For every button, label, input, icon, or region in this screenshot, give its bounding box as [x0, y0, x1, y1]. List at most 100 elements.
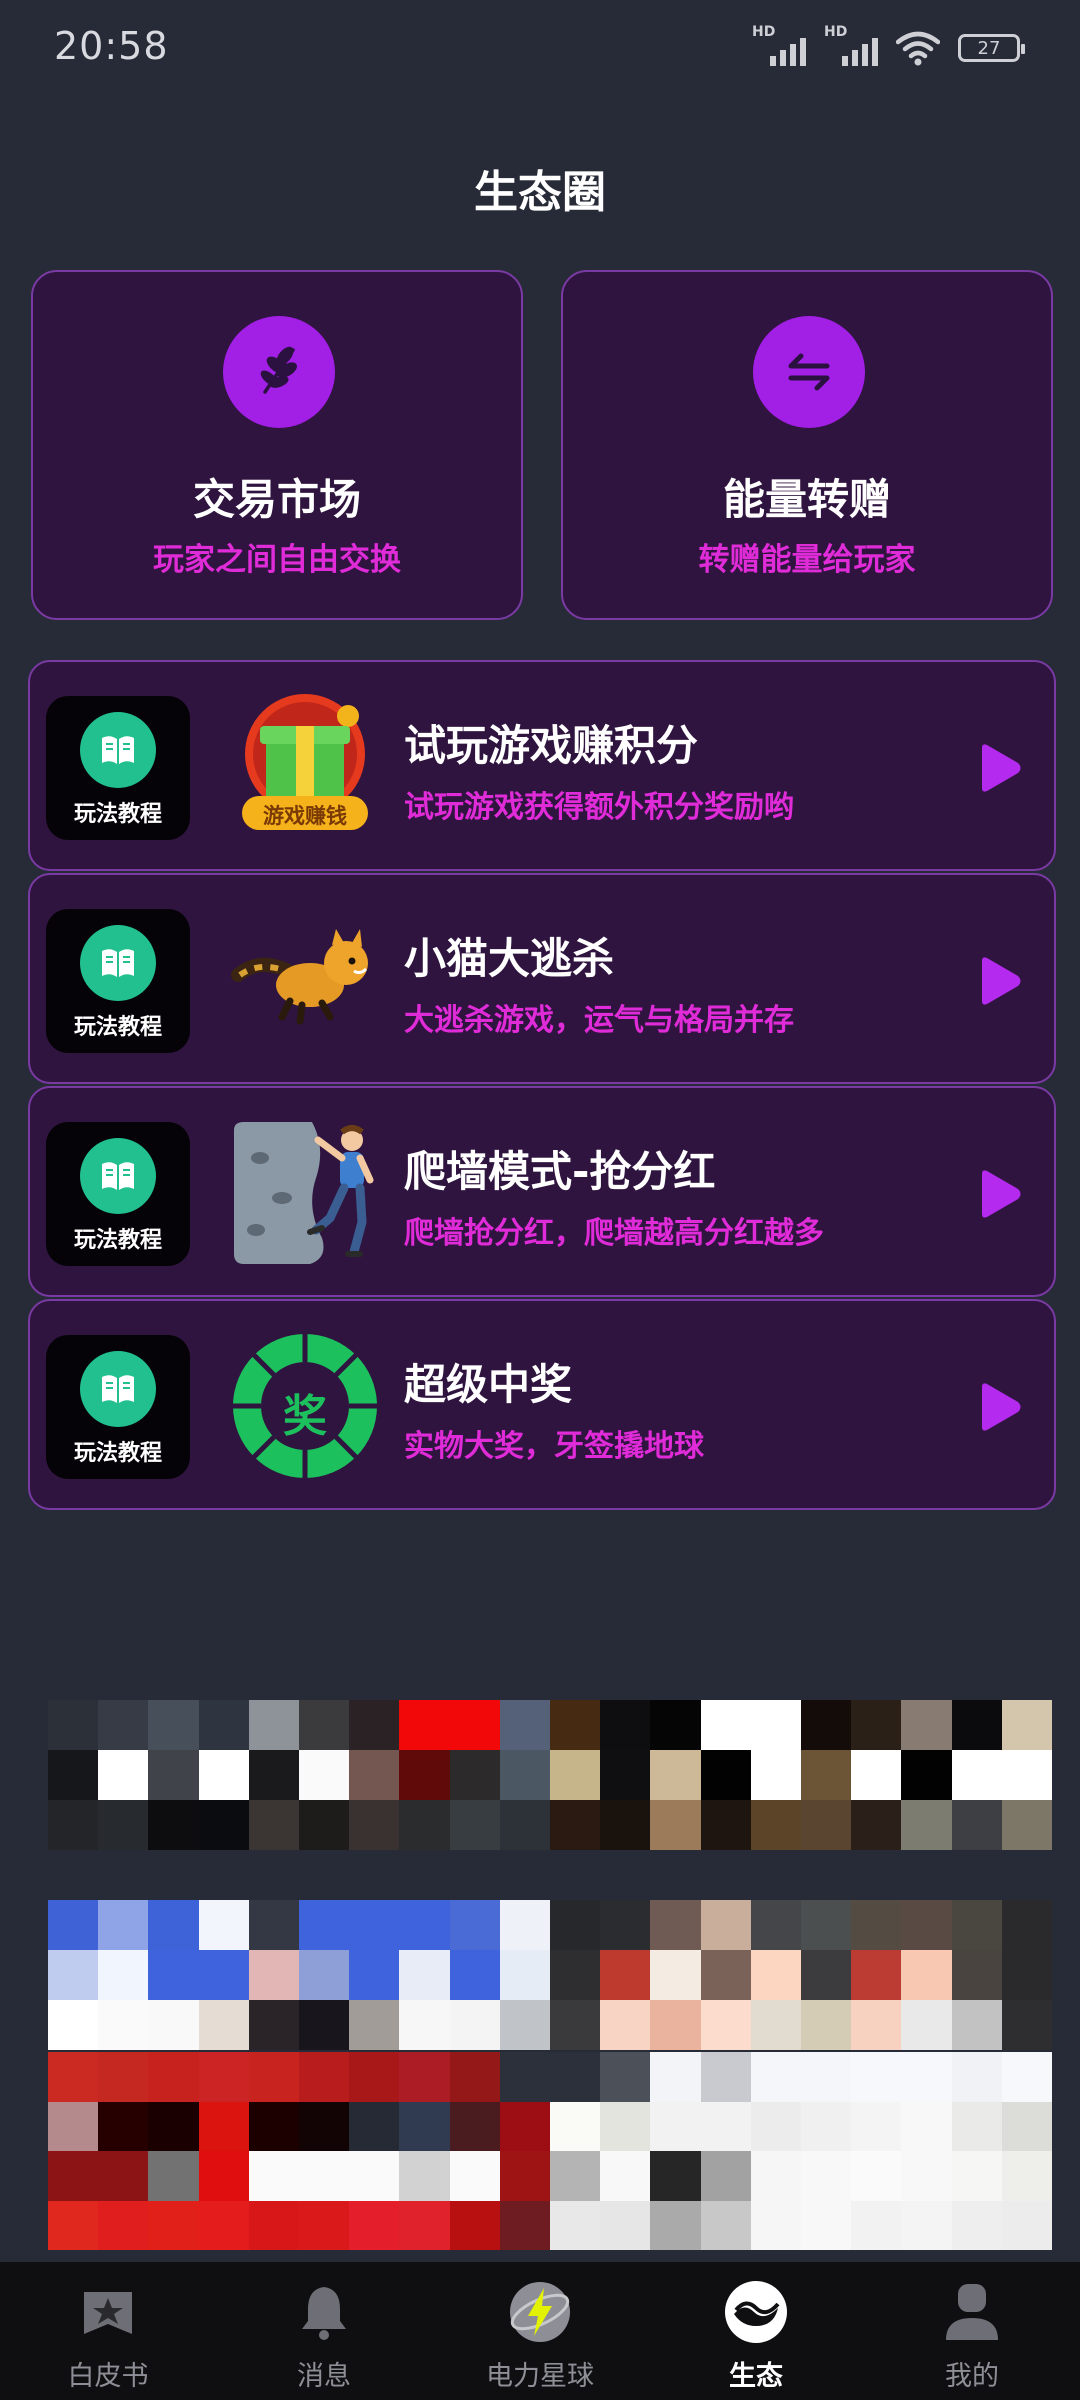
- game-row-cat-battle[interactable]: 玩法教程 小猫大逃杀 大逃杀游戏，运气与格局并存: [28, 873, 1056, 1084]
- banner-pixel: [901, 2000, 952, 2050]
- banner-pixel: [48, 2052, 99, 2102]
- banner-pixel: [449, 2151, 500, 2201]
- open-book-icon: [80, 1138, 156, 1214]
- wifi-icon: [896, 31, 940, 66]
- banner-pixel: [299, 2151, 350, 2201]
- banner-pixel: [550, 2052, 601, 2102]
- banner-pixel: [399, 2101, 450, 2151]
- banner-pixel: [851, 2101, 902, 2151]
- banner-pixel: [650, 1800, 701, 1850]
- banner-pixel: [349, 1900, 400, 1950]
- banner-pixel: [449, 2101, 500, 2151]
- nav-item-profile[interactable]: 我的: [864, 2262, 1080, 2400]
- trade-market-card[interactable]: 交易市场 玩家之间自由交换: [31, 270, 523, 620]
- play-icon[interactable]: [974, 955, 1024, 1007]
- climber-icon: [230, 1118, 380, 1268]
- banner-pixel: [198, 2000, 249, 2050]
- tutorial-button[interactable]: 玩法教程: [46, 1122, 190, 1266]
- banner-pixel: [349, 1950, 400, 2000]
- bell-icon: [292, 2280, 356, 2344]
- ecology-wave-icon: [724, 2280, 788, 2344]
- nav-item-power-planet[interactable]: 电力星球: [432, 2262, 648, 2400]
- banner-pixel: [148, 2052, 199, 2102]
- banner-pixel: [48, 2101, 99, 2151]
- open-book-icon: [80, 925, 156, 1001]
- banner-pixel: [299, 1800, 350, 1850]
- banner-pixel: [48, 1950, 99, 2000]
- banner-pixel: [48, 1700, 99, 1750]
- banner-pixel: [650, 2101, 701, 2151]
- banner-pixel: [801, 1750, 852, 1800]
- user-icon: [940, 2280, 1004, 2344]
- nav-label: 电力星球: [486, 2361, 594, 2392]
- game-row-trial-games[interactable]: 玩法教程 游戏赚钱 试玩游戏赚积分 试玩游戏获得额外积分奖励哟: [28, 660, 1056, 871]
- banner-pixel: [299, 2052, 350, 2102]
- nav-label: 白皮书: [67, 2361, 149, 2392]
- banner-pixel: [851, 2200, 902, 2250]
- ad-banner[interactable]: [48, 2052, 1052, 2250]
- game-row-wall-climb[interactable]: 玩法教程 爬墙模式-抢分红 爬墙抢分红，爬墙越高分红越多: [28, 1086, 1056, 1297]
- banner-pixel: [650, 2000, 701, 2050]
- nav-item-whitepaper[interactable]: 白皮书: [0, 2262, 216, 2400]
- whitepaper-book-icon: [76, 2280, 140, 2344]
- tutorial-label: 玩法教程: [73, 1441, 162, 1466]
- banner-pixel: [750, 2200, 801, 2250]
- play-icon[interactable]: [974, 1381, 1024, 1433]
- status-time: 20:58: [54, 24, 169, 68]
- banner-pixel: [901, 2151, 952, 2201]
- banner-pixel: [700, 2052, 751, 2102]
- tutorial-button[interactable]: 玩法教程: [46, 909, 190, 1053]
- ad-banner[interactable]: [48, 1900, 1052, 2050]
- play-icon[interactable]: [974, 742, 1024, 794]
- banner-pixel: [148, 1900, 199, 1950]
- banner-pixel: [600, 1800, 651, 1850]
- energy-transfer-card[interactable]: 能量转赠 转赠能量给玩家: [561, 270, 1053, 620]
- banner-pixel: [198, 2052, 249, 2102]
- banner-pixel: [98, 1900, 149, 1950]
- banner-pixel: [399, 1900, 450, 1950]
- play-icon[interactable]: [974, 1168, 1024, 1220]
- banner-pixel: [600, 1900, 651, 1950]
- banner-pixel: [750, 2052, 801, 2102]
- banner-pixel: [650, 1700, 701, 1750]
- banner-pixel: [148, 1700, 199, 1750]
- banner-pixel: [951, 2052, 1002, 2102]
- banner-pixel: [1001, 1900, 1052, 1950]
- banner-pixel: [399, 2052, 450, 2102]
- banner-pixel: [499, 2052, 550, 2102]
- banner-pixel: [851, 1700, 902, 1750]
- game-row-super-prize[interactable]: 玩法教程 奖 超级中奖 实物大奖，牙签撬地球: [28, 1299, 1056, 1510]
- banner-pixel: [550, 1800, 601, 1850]
- tutorial-button[interactable]: 玩法教程: [46, 696, 190, 840]
- ad-banner[interactable]: [48, 1700, 1052, 1850]
- banner-pixel: [299, 2200, 350, 2250]
- banner-pixel: [650, 2151, 701, 2201]
- banner-pixel: [801, 2101, 852, 2151]
- banner-pixel: [449, 1800, 500, 1850]
- nav-item-messages[interactable]: 消息: [216, 2262, 432, 2400]
- banner-pixel: [98, 1700, 149, 1750]
- banner-pixel: [499, 1900, 550, 1950]
- tutorial-button[interactable]: 玩法教程: [46, 1335, 190, 1479]
- banner-pixel: [951, 2000, 1002, 2050]
- tutorial-label: 玩法教程: [73, 1228, 162, 1253]
- status-bar: 20:58 HD HD 27: [0, 0, 1080, 100]
- banner-pixel: [198, 2200, 249, 2250]
- banner-pixel: [650, 1950, 701, 2000]
- banner-pixel: [499, 2000, 550, 2050]
- banner-pixel: [198, 1700, 249, 1750]
- nav-item-ecology[interactable]: 生态: [648, 2262, 864, 2400]
- prize-wheel-icon: 奖: [230, 1331, 380, 1481]
- banner-pixel: [851, 1900, 902, 1950]
- banner-pixel: [1001, 1800, 1052, 1850]
- banner-pixel: [98, 2000, 149, 2050]
- game-title: 试玩游戏赚积分: [404, 721, 699, 770]
- banner-pixel: [550, 1950, 601, 2000]
- banner-pixel: [499, 1750, 550, 1800]
- banner-pixel: [1001, 1750, 1052, 1800]
- banner-pixel: [299, 1900, 350, 1950]
- banner-pixel: [1001, 2000, 1052, 2050]
- battery-level: 27: [977, 37, 1001, 59]
- banner-pixel: [349, 1800, 400, 1850]
- banner-pixel: [449, 2052, 500, 2102]
